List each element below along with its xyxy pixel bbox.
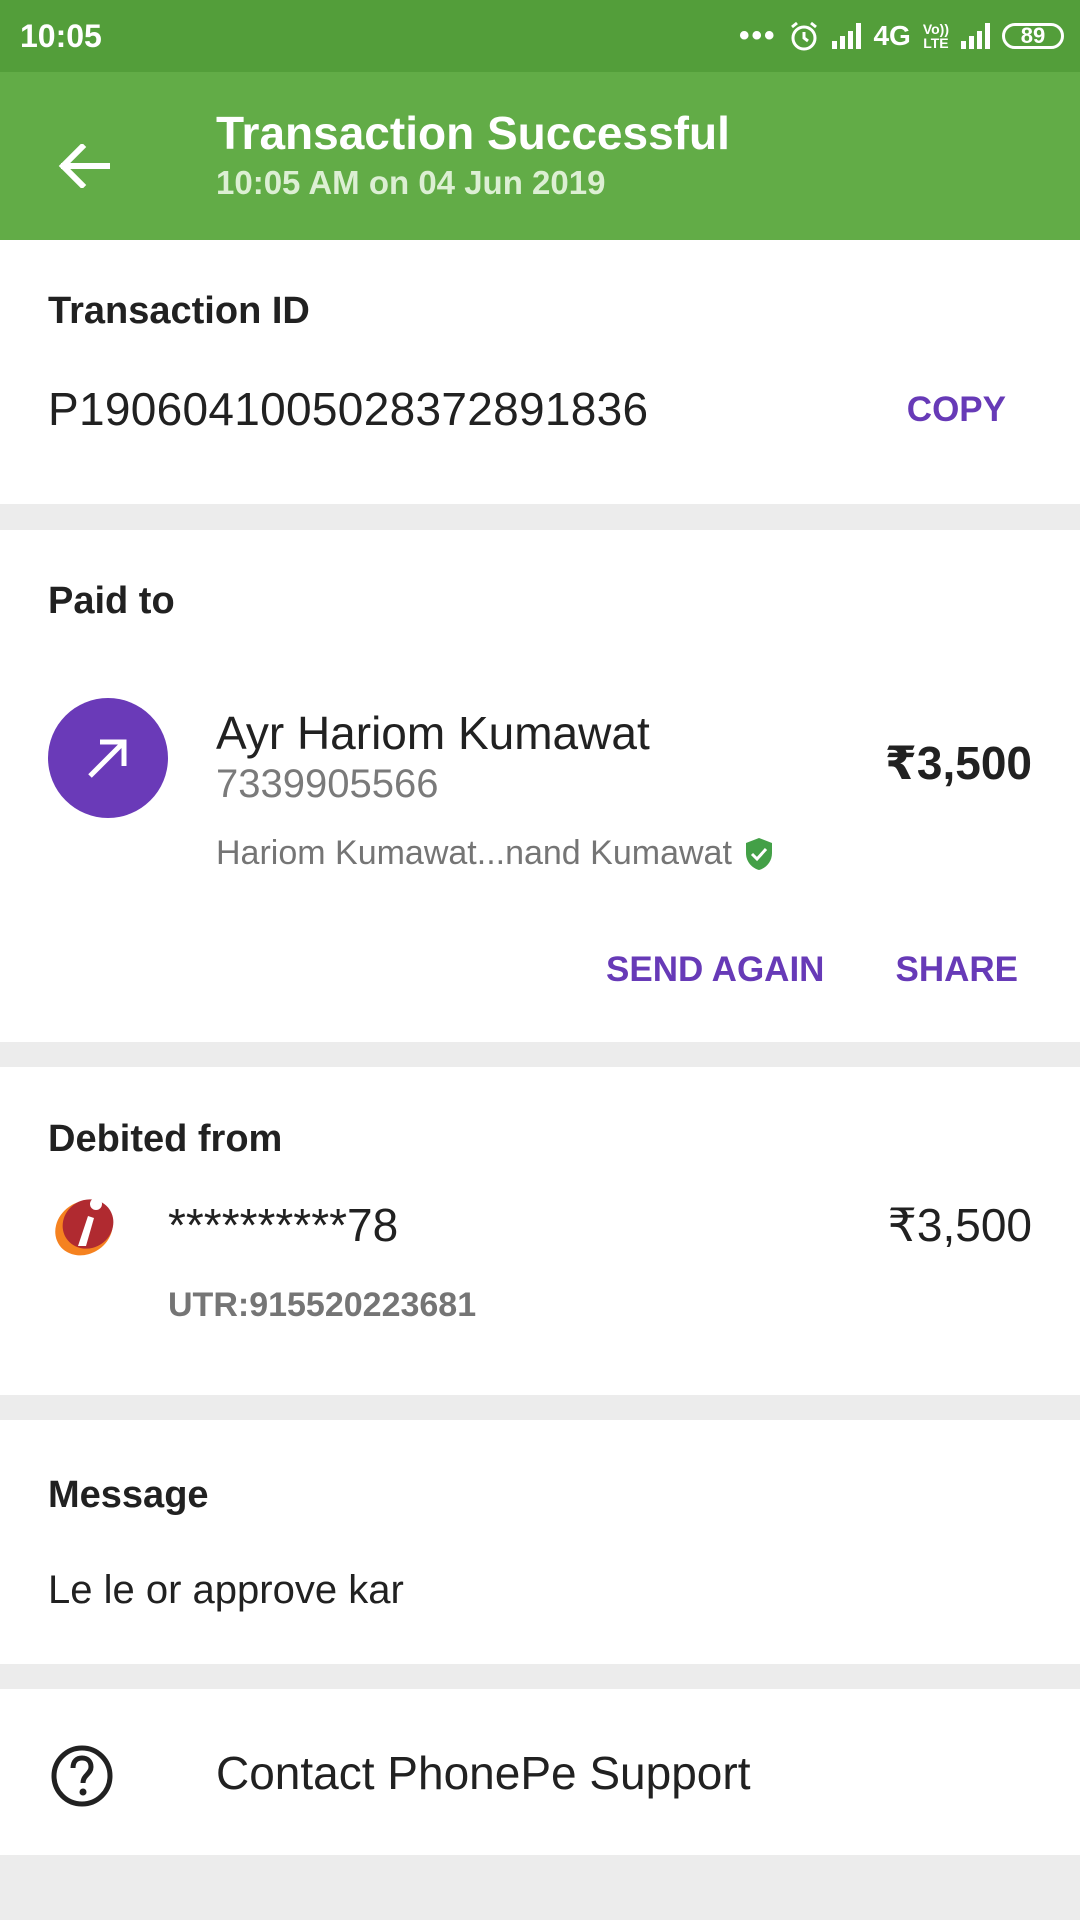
alarm-icon — [791, 21, 818, 51]
copy-button[interactable]: COPY — [907, 390, 1006, 430]
transaction-id-value: P1906041005028372891836 — [48, 383, 649, 435]
verified-shield-icon — [745, 837, 772, 870]
battery-icon: 89 — [1002, 23, 1064, 49]
utr-number: UTR:915520223681 — [168, 1286, 477, 1324]
payee-bank-name-text: Hariom Kumawat...nand Kumawat — [216, 834, 732, 872]
signal-icon-2 — [961, 23, 990, 49]
debited-from-label: Debited from — [48, 1118, 283, 1160]
volte-icon: Vo)) LTE — [922, 21, 949, 51]
payee-phone: 7339905566 — [216, 762, 439, 806]
signal-icon — [832, 23, 862, 49]
status-bar: 10:05 ••• 4G Vo)) LTE 89 — [0, 0, 1080, 72]
transaction-id-label: Transaction ID — [48, 290, 310, 332]
page-title: Transaction Successful — [216, 107, 730, 159]
status-time: 10:05 — [20, 18, 102, 54]
share-button[interactable]: SHARE — [895, 950, 1018, 990]
icici-bank-logo-icon — [55, 1198, 114, 1256]
help-circle-icon — [51, 1745, 113, 1807]
send-again-button[interactable]: SEND AGAIN — [606, 950, 824, 990]
status-icons: ••• 4G Vo)) LTE 89 — [739, 14, 1064, 58]
message-label: Message — [48, 1474, 209, 1516]
payee-bank-name: Hariom Kumawat...nand Kumawat — [216, 834, 774, 873]
transaction-timestamp: 10:05 AM on 04 Jun 2019 — [216, 164, 606, 201]
debited-amount: ₹3,500 — [887, 1199, 1032, 1251]
arrow-up-right-icon — [88, 739, 127, 778]
more-notifications-icon: ••• — [738, 19, 777, 52]
transaction-id-card — [0, 240, 1080, 504]
debit-account-number: **********78 — [168, 1199, 399, 1251]
network-type: 4G — [873, 20, 911, 51]
paid-amount: ₹3,500 — [884, 737, 1032, 789]
arrow-left-icon — [58, 144, 110, 188]
payee-name: Ayr Hariom Kumawat — [216, 707, 650, 759]
back-button[interactable] — [40, 122, 128, 210]
paid-to-label: Paid to — [48, 580, 175, 622]
payee-avatar — [48, 698, 168, 818]
message-card — [0, 1420, 1080, 1664]
message-text: Le le or approve kar — [48, 1568, 404, 1612]
contact-support-label: Contact PhonePe Support — [216, 1747, 751, 1799]
